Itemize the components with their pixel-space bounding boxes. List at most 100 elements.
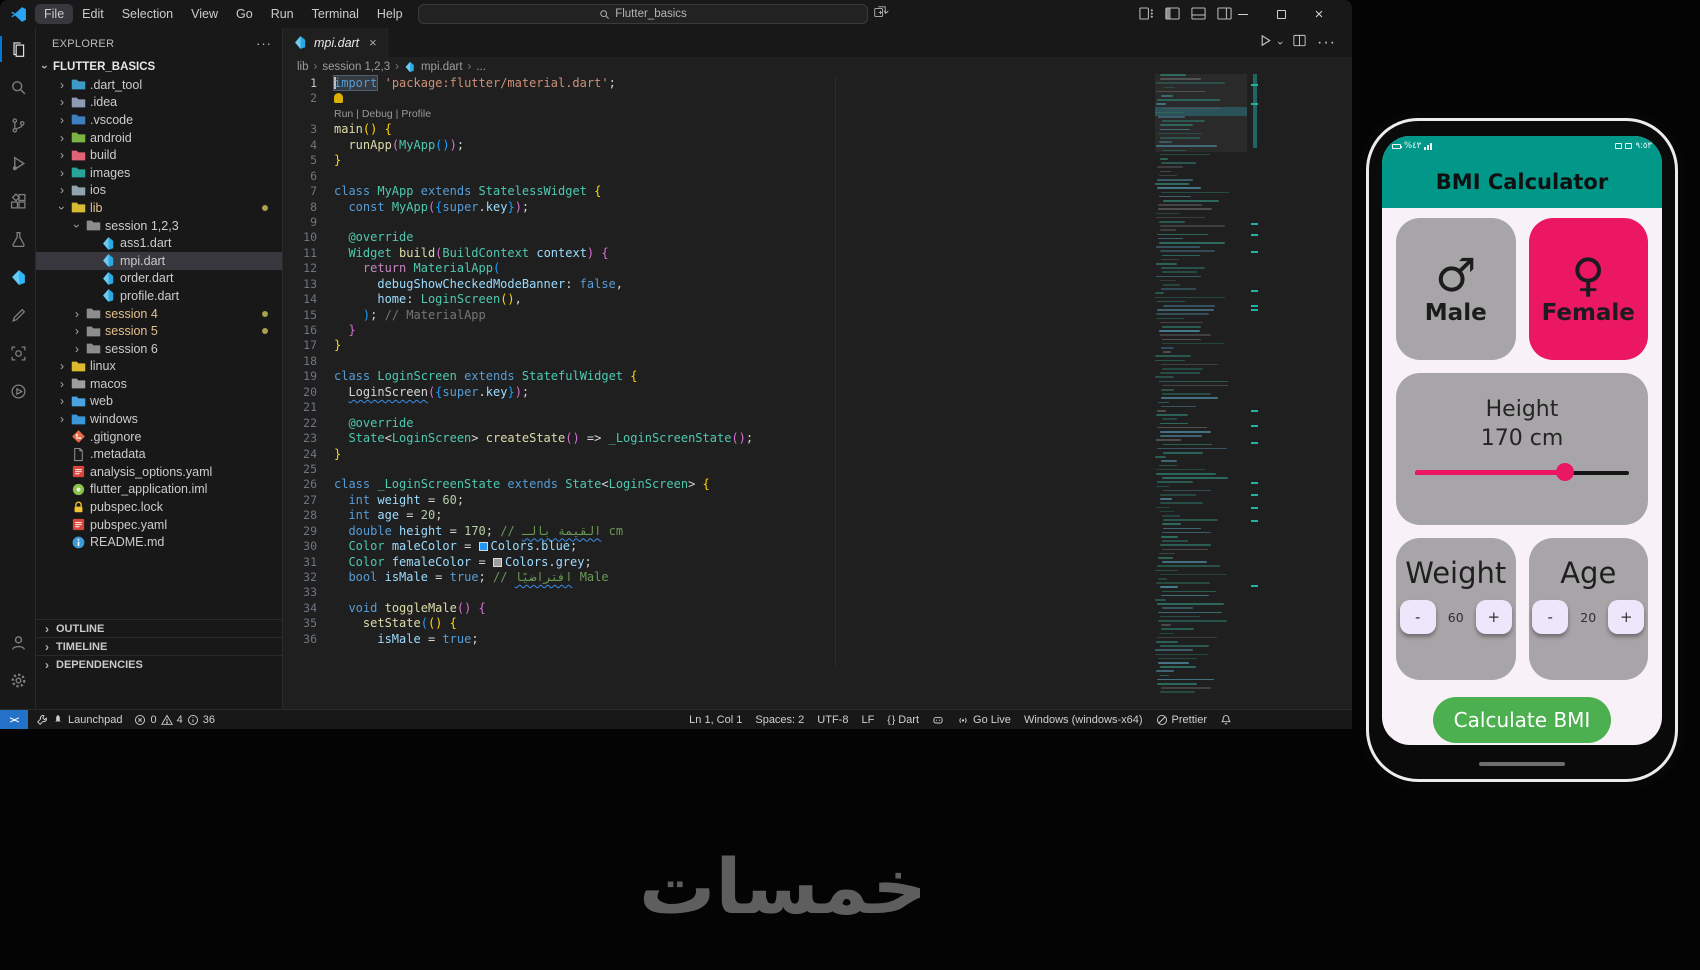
tree-item-flutter-application-iml[interactable]: flutter_application.iml [36, 481, 282, 499]
run-circle-icon[interactable] [0, 372, 36, 410]
section-dependencies[interactable]: › DEPENDENCIES [36, 655, 282, 673]
status-go-live[interactable]: Go Live [957, 714, 1011, 726]
tab-mpi-dart[interactable]: mpi.dart × [283, 28, 388, 57]
tree-item-images[interactable]: › images [36, 164, 282, 182]
tree-item-build[interactable]: › build [36, 146, 282, 164]
maximize-button[interactable] [1262, 0, 1300, 28]
tree-item-pubspec-lock[interactable]: pubspec.lock [36, 498, 282, 516]
tree-item-android[interactable]: › android [36, 129, 282, 147]
tree-item-profile-dart[interactable]: profile.dart [36, 287, 282, 305]
tree-item-ios[interactable]: › ios [36, 182, 282, 200]
status-windows-windows-x64-[interactable]: Windows (windows-x64) [1024, 714, 1143, 726]
tree-item-readme-md[interactable]: README.md [36, 533, 282, 551]
tree-item-linux[interactable]: › linux [36, 358, 282, 376]
tree-item--metadata[interactable]: .metadata [36, 445, 282, 463]
status-copilot-icon[interactable] [932, 714, 944, 726]
tree-item-lib[interactable]: › lib [36, 199, 282, 217]
tree-item-macos[interactable]: › macos [36, 375, 282, 393]
dart-ext-icon[interactable] [0, 258, 36, 296]
tree-item--dart-tool[interactable]: › .dart_tool [36, 76, 282, 94]
testing-icon[interactable] [0, 220, 36, 258]
close-button[interactable]: × [1300, 0, 1338, 28]
age-minus-button[interactable]: - [1532, 600, 1569, 634]
status-bell-icon[interactable] [1220, 714, 1232, 726]
breadcrumb-item[interactable]: session 1,2,3 [322, 61, 390, 73]
status-dart[interactable]: { } Dart [887, 714, 919, 726]
extensions-icon[interactable] [0, 182, 36, 220]
height-slider[interactable] [1415, 463, 1629, 481]
tab-close-icon[interactable]: × [369, 35, 377, 50]
status-lf[interactable]: LF [861, 714, 874, 726]
menu-help[interactable]: Help [368, 4, 412, 24]
tree-item-windows[interactable]: › windows [36, 410, 282, 428]
minimap[interactable] [1155, 74, 1247, 697]
minimize-button[interactable] [1224, 0, 1262, 28]
breadcrumb-item[interactable]: mpi.dart [421, 61, 463, 73]
tree-item--vscode[interactable]: › .vscode [36, 111, 282, 129]
section-outline[interactable]: › OUTLINE [36, 619, 282, 637]
explorer-icon[interactable] [0, 30, 36, 68]
sidebar-toggle-icon[interactable] [1164, 5, 1181, 22]
chevron-right-icon: › [60, 359, 64, 374]
male-card[interactable]: ♂ Male [1396, 218, 1516, 360]
slider-thumb[interactable] [1555, 463, 1574, 481]
command-center-search[interactable]: Flutter_basics [418, 4, 868, 24]
source-control-icon[interactable] [0, 106, 36, 144]
tree-item-session-5[interactable]: › session 5 [36, 322, 282, 340]
project-root[interactable]: › FLUTTER_BASICS [36, 57, 282, 76]
panel-toggle-icon[interactable] [1190, 5, 1207, 22]
status-problems[interactable]: 0 4 36 [134, 714, 215, 726]
edit-icon[interactable] [0, 296, 36, 334]
female-card[interactable]: ♀ Female [1528, 218, 1648, 360]
chevron-down-icon: › [38, 64, 52, 69]
remote-indicator[interactable]: >< [0, 709, 28, 729]
run-debug-icon[interactable] [0, 144, 36, 182]
age-plus-button[interactable]: + [1608, 600, 1645, 634]
menu-run[interactable]: Run [262, 4, 303, 24]
tree-item-order-dart[interactable]: order.dart [36, 270, 282, 288]
status-ln-1-col-1[interactable]: Ln 1, Col 1 [689, 714, 742, 726]
lightbulb-icon[interactable] [334, 93, 343, 104]
settings-icon[interactable] [0, 661, 36, 699]
menu-go[interactable]: Go [227, 4, 262, 24]
weight-minus-button[interactable]: - [1399, 600, 1436, 634]
tree-item-web[interactable]: › web [36, 393, 282, 411]
editor-layout-dropdown-icon[interactable]: › [873, 5, 892, 19]
codelens-actions[interactable]: Run | Debug | Profile [334, 108, 431, 120]
age-label: Age [1560, 556, 1617, 590]
menu-edit[interactable]: Edit [73, 4, 113, 24]
weight-plus-button[interactable]: + [1475, 600, 1512, 634]
breadcrumb-item[interactable]: lib [297, 61, 309, 73]
split-editor-icon[interactable] [1292, 33, 1307, 53]
tree-item-pubspec-yaml[interactable]: pubspec.yaml [36, 516, 282, 534]
menu-terminal[interactable]: Terminal [303, 4, 368, 24]
run-dropdown-icon[interactable]: › [1274, 41, 1286, 45]
tree-item-ass1-dart[interactable]: ass1.dart [36, 234, 282, 252]
account-icon[interactable] [0, 623, 36, 661]
status-utf-8[interactable]: UTF-8 [817, 714, 848, 726]
status-prettier[interactable]: Prettier [1156, 714, 1207, 726]
more-actions-icon[interactable]: ··· [1317, 34, 1336, 52]
overview-ruler[interactable] [1250, 74, 1260, 697]
search-icon[interactable] [0, 68, 36, 106]
run-file-icon[interactable] [1258, 33, 1273, 53]
tree-item--idea[interactable]: › .idea [36, 94, 282, 112]
remote-search-icon[interactable] [0, 334, 36, 372]
status-spaces-2[interactable]: Spaces: 2 [755, 714, 804, 726]
section-timeline[interactable]: › TIMELINE [36, 637, 282, 655]
customize-layout-icon[interactable] [1138, 5, 1155, 22]
tree-item-session-6[interactable]: › session 6 [36, 340, 282, 358]
tree-item-session-1-2-3[interactable]: › session 1,2,3 [36, 217, 282, 235]
tree-item--gitignore[interactable]: .gitignore [36, 428, 282, 446]
tree-item-analysis-options-yaml[interactable]: analysis_options.yaml [36, 463, 282, 481]
breadcrumb-item[interactable]: ... [476, 61, 486, 73]
code-editor[interactable]: 1 import 'package:flutter/material.dart';… [283, 75, 1152, 647]
explorer-more-icon[interactable]: ··· [256, 36, 272, 51]
tree-item-session-4[interactable]: › session 4 [36, 305, 282, 323]
menu-view[interactable]: View [182, 4, 227, 24]
status-launchpad[interactable]: Launchpad [36, 714, 122, 726]
menu-selection[interactable]: Selection [113, 4, 182, 24]
menu-file[interactable]: File [35, 4, 74, 24]
calculate-bmi-button[interactable]: Calculate BMI [1433, 697, 1611, 743]
tree-item-mpi-dart[interactable]: mpi.dart [36, 251, 282, 270]
